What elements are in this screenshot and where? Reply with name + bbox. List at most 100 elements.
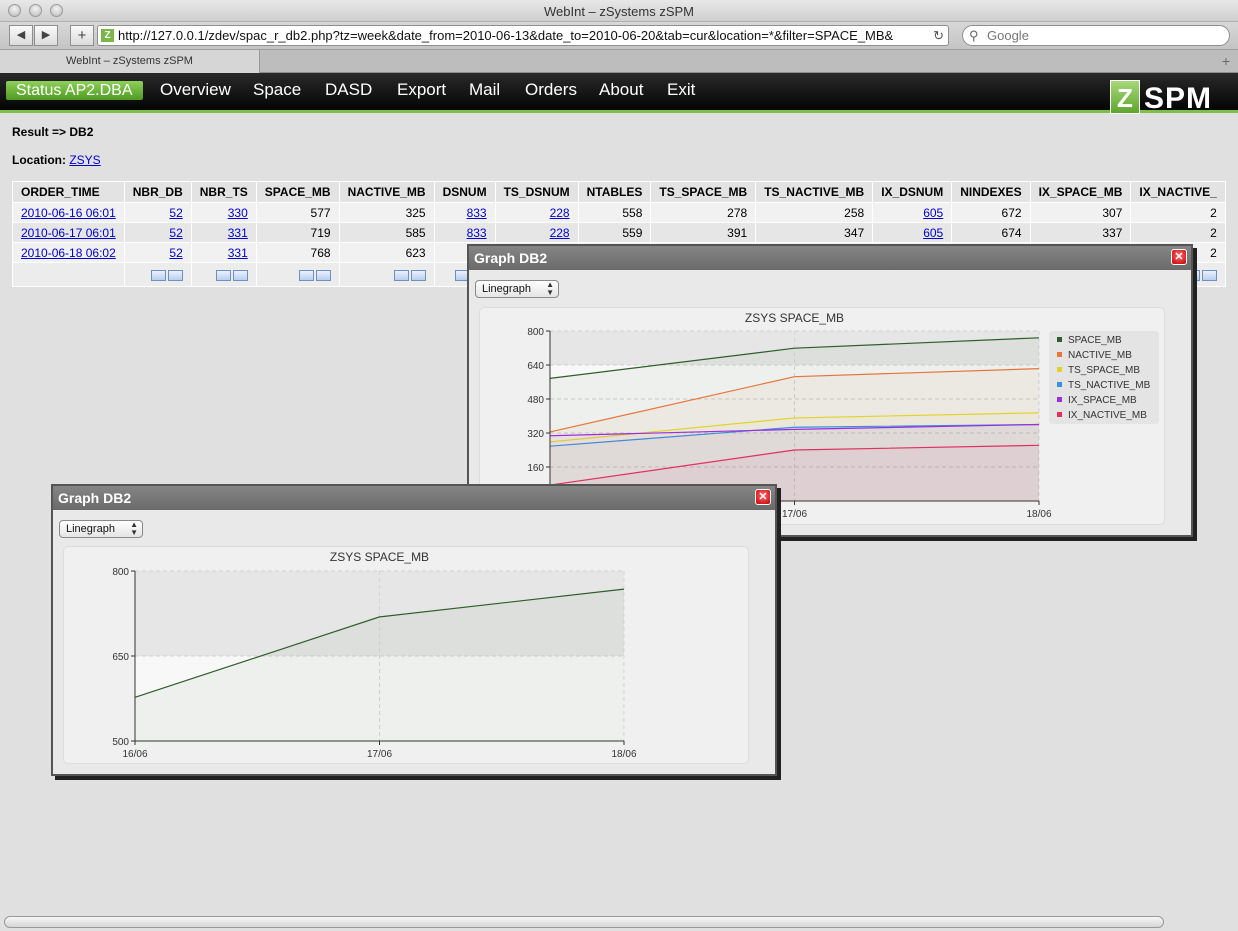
menu-mail[interactable]: Mail [469, 80, 500, 100]
area-graph-icon[interactable] [1201, 269, 1217, 281]
line-graph-icon[interactable] [150, 269, 166, 281]
legend-label: IX_NACTIVE_MB [1068, 410, 1147, 421]
graph-icons-cell [190, 262, 257, 287]
column-header[interactable]: NBR_TS [190, 181, 257, 203]
menu-orders[interactable]: Orders [525, 80, 577, 100]
y-tick-label: 640 [527, 361, 544, 372]
location-label: Location: [12, 153, 66, 167]
column-header[interactable]: NBR_DB [123, 181, 192, 203]
graph-type-select[interactable]: Linegraph ▲ ▼ [475, 280, 559, 298]
legend-label: NACTIVE_MB [1068, 350, 1132, 361]
add-bookmark-button[interactable]: + [70, 25, 94, 46]
area-graph-icon[interactable] [167, 269, 183, 281]
cell-link[interactable]: 330 [228, 206, 248, 220]
browser-toolbar: ◀ ▶ + Z http://127.0.0.1/zdev/spac_r_db2… [0, 22, 1238, 50]
column-header[interactable]: TS_DSNUM [494, 181, 579, 203]
table-cell: 325 [338, 202, 435, 223]
chart-panel: ZSYS SPACE_MB 500 650 800 16/06 17/06 18/06 [63, 546, 749, 764]
column-header[interactable]: NINDEXES [951, 181, 1031, 203]
line-graph-icon[interactable] [298, 269, 314, 281]
x-tick-label: 16/06 [122, 749, 147, 760]
column-header[interactable]: IX_SPACE_MB [1029, 181, 1132, 203]
table-cell: 307 [1029, 202, 1132, 223]
cell-link[interactable]: 605 [923, 206, 943, 220]
graph-window-front[interactable]: Graph DB2 ✕ Linegraph ▲ ▼ ZSYS SPACE_MB 50… [51, 484, 777, 776]
table-cell: 559 [577, 222, 652, 243]
y-tick-label: 800 [112, 567, 129, 578]
cell-link[interactable]: 2010-06-17 06:01 [21, 226, 116, 240]
line-graph-icon[interactable] [215, 269, 231, 281]
cell-link[interactable]: 52 [169, 226, 182, 240]
column-header[interactable]: NTABLES [577, 181, 652, 203]
table-cell: 674 [951, 222, 1031, 243]
new-tab-icon[interactable]: + [1222, 53, 1230, 69]
menu-export[interactable]: Export [397, 80, 446, 100]
cell-link[interactable]: 331 [228, 226, 248, 240]
graph-icons-cell [12, 262, 125, 287]
graph-type-value: Linegraph [66, 523, 115, 535]
search-field[interactable]: ⚲ Google [962, 25, 1230, 46]
cell-link[interactable]: 228 [550, 226, 570, 240]
cell-link[interactable]: 331 [228, 246, 248, 260]
area-graph-icon[interactable] [410, 269, 426, 281]
cell-link[interactable]: 52 [169, 246, 182, 260]
legend-label: TS_NACTIVE_MB [1068, 380, 1151, 391]
table-cell: 768 [255, 242, 340, 263]
location-link[interactable]: ZSYS [69, 153, 100, 167]
menu-space[interactable]: Space [253, 80, 301, 100]
cell-link[interactable]: 833 [467, 226, 487, 240]
graph-window-header[interactable]: Graph DB2 ✕ [53, 486, 775, 510]
column-header[interactable]: SPACE_MB [255, 181, 340, 203]
graph-window-title: Graph DB2 [58, 490, 132, 506]
column-header[interactable]: IX_DSNUM [872, 181, 953, 203]
table-cell: 2010-06-18 06:02 [12, 242, 125, 263]
horizontal-scrollbar[interactable] [4, 916, 1164, 928]
column-header[interactable]: TS_SPACE_MB [650, 181, 757, 203]
menu-exit[interactable]: Exit [667, 80, 695, 100]
tab-webint[interactable]: WebInt – zSystems zSPM [0, 50, 260, 73]
address-bar[interactable]: Z http://127.0.0.1/zdev/spac_r_db2.php?t… [97, 25, 949, 46]
reload-icon[interactable]: ↻ [933, 26, 944, 45]
cell-link[interactable]: 228 [550, 206, 570, 220]
column-header[interactable]: TS_NACTIVE_MB [755, 181, 874, 203]
close-icon[interactable]: ✕ [1171, 249, 1187, 265]
cell-link[interactable]: 52 [169, 206, 182, 220]
area-graph-icon[interactable] [315, 269, 331, 281]
column-header[interactable]: NACTIVE_MB [338, 181, 435, 203]
legend-label: IX_SPACE_MB [1068, 395, 1137, 406]
graph-window-header[interactable]: Graph DB2 ✕ [469, 246, 1191, 270]
table-cell: 258 [755, 202, 874, 223]
menu-overview[interactable]: Overview [160, 80, 231, 100]
table-cell: 2 [1130, 222, 1226, 243]
cell-link[interactable]: 833 [467, 206, 487, 220]
area-graph-icon[interactable] [232, 269, 248, 281]
column-header[interactable]: IX_NACTIVE_ [1130, 181, 1226, 203]
table-cell: 278 [650, 202, 757, 223]
back-button[interactable]: ◀ [9, 25, 33, 46]
graph-icons-cell [123, 262, 192, 287]
cell-link[interactable]: 2010-06-18 06:02 [21, 246, 116, 260]
select-arrows-icon: ▲ ▼ [546, 280, 554, 297]
table-cell: 52 [123, 242, 192, 263]
status-button[interactable]: Status AP2.DBA [6, 81, 143, 100]
table-cell: 672 [951, 202, 1031, 223]
menu-about[interactable]: About [599, 80, 643, 100]
table-cell: 585 [338, 222, 435, 243]
site-favicon-icon: Z [101, 29, 114, 42]
line-graph-icon[interactable] [393, 269, 409, 281]
x-tick-label: 17/06 [782, 509, 807, 520]
forward-button[interactable]: ▶ [34, 25, 58, 46]
table-cell: 391 [650, 222, 757, 243]
column-header[interactable]: DSNUM [433, 181, 496, 203]
graph-icons-cell [255, 262, 340, 287]
cell-link[interactable]: 605 [923, 226, 943, 240]
table-cell: 331 [190, 242, 257, 263]
menu-dasd[interactable]: DASD [325, 80, 372, 100]
table-cell: 833 [433, 202, 496, 223]
line-chart-single: ZSYS SPACE_MB 500 650 800 16/06 17/06 18/06 [112, 550, 637, 760]
window-titlebar: WebInt – zSystems zSPM [0, 0, 1238, 22]
cell-link[interactable]: 2010-06-16 06:01 [21, 206, 116, 220]
column-header[interactable]: ORDER_TIME [12, 181, 125, 203]
close-icon[interactable]: ✕ [755, 489, 771, 505]
graph-type-select[interactable]: Linegraph ▲ ▼ [59, 520, 143, 538]
